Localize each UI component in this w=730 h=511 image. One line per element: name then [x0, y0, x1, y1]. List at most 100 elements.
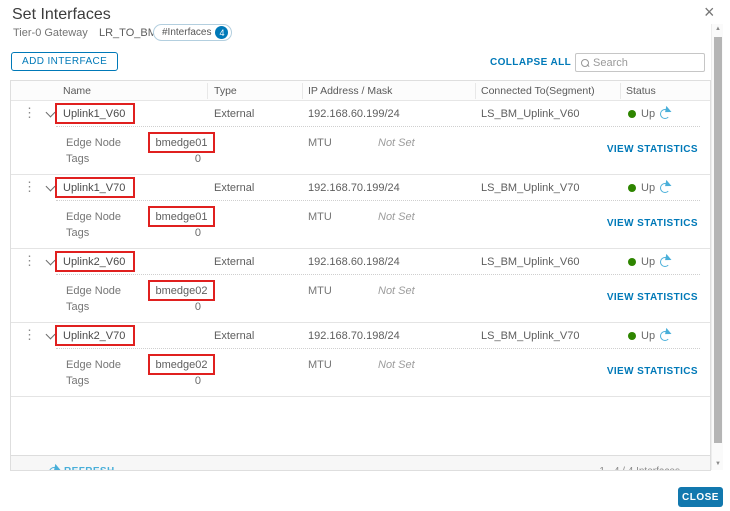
header-divider	[475, 83, 476, 99]
view-statistics-link[interactable]: VIEW STATISTICS	[607, 292, 698, 303]
annotation-box-edge-node: bmedge01	[148, 132, 215, 153]
interface-row[interactable]: ⋮ Uplink2_V60 External 192.168.60.198/24…	[11, 249, 710, 275]
interfaces-pill-label: #Interfaces	[162, 27, 212, 38]
status-label: Up	[641, 330, 656, 342]
annotation-box-edge-node: bmedge02	[148, 354, 215, 375]
edge-node-value: bmedge01	[155, 210, 208, 223]
view-statistics-link[interactable]: VIEW STATISTICS	[607, 144, 698, 155]
column-header-segment: Connected To(Segment)	[481, 85, 595, 97]
refresh-icon	[49, 466, 59, 470]
close-icon[interactable]: ×	[704, 2, 715, 22]
header-divider	[620, 83, 621, 99]
tags-value: 0	[194, 375, 201, 387]
interface-row[interactable]: ⋮ Uplink2_V70 External 192.168.70.198/24…	[11, 323, 710, 349]
interface-name: Uplink1_V70	[63, 181, 126, 194]
status-label: Up	[641, 182, 656, 194]
interfaces-table: Name Type IP Address / Mask Connected To…	[10, 80, 711, 471]
column-header-status: Status	[626, 85, 656, 97]
interfaces-count-pill: #Interfaces 4	[153, 24, 233, 41]
interface-segment: LS_BM_Uplink_V70	[481, 182, 580, 194]
status-refresh-icon[interactable]	[660, 109, 670, 119]
interface-type: External	[214, 108, 255, 120]
status-label: Up	[641, 108, 656, 120]
interface-name: Uplink2_V70	[63, 329, 126, 342]
column-header-ip: IP Address / Mask	[308, 85, 393, 97]
refresh-link[interactable]: REFRESH	[49, 466, 115, 470]
annotation-box-edge-node: bmedge01	[148, 206, 215, 227]
status-up-dot	[628, 258, 636, 266]
header-divider	[302, 83, 303, 99]
interface-type: External	[214, 330, 255, 342]
edge-node-value: bmedge02	[155, 284, 208, 297]
page-title: Set Interfaces	[12, 6, 111, 23]
search-icon	[581, 58, 589, 67]
column-header-name: Name	[63, 85, 92, 97]
interface-ip: 192.168.70.199/24	[308, 182, 400, 194]
kebab-menu-icon[interactable]: ⋮	[23, 327, 36, 343]
mtu-label: MTU	[308, 137, 332, 149]
interface-ip: 192.168.70.198/24	[308, 330, 400, 342]
mtu-value: Not Set	[378, 285, 415, 297]
view-statistics-link[interactable]: VIEW STATISTICS	[607, 218, 698, 229]
edge-node-value: bmedge01	[155, 136, 208, 149]
header-divider	[207, 83, 208, 99]
annotation-box-name: Uplink2_V60	[55, 251, 135, 272]
status-up-dot	[628, 110, 636, 118]
close-button[interactable]: CLOSE	[678, 487, 723, 507]
gateway-label: Tier-0 Gateway	[13, 27, 88, 39]
scrollbar-up-arrow[interactable]: ▲	[712, 24, 724, 35]
interface-detail-row: Edge Node bmedge01 Tags 0 MTU Not Set VI…	[11, 127, 710, 174]
kebab-menu-icon[interactable]: ⋮	[23, 253, 36, 269]
pagination-text: 1 - 4 / 4 Interfaces	[599, 466, 680, 470]
interface-row[interactable]: ⋮ Uplink1_V60 External 192.168.60.199/24…	[11, 101, 710, 127]
interface-detail-row: Edge Node bmedge02 Tags 0 MTU Not Set VI…	[11, 275, 710, 322]
interface-segment: LS_BM_Uplink_V60	[481, 256, 580, 268]
collapse-all-link[interactable]: COLLAPSE ALL	[490, 57, 571, 68]
mtu-value: Not Set	[378, 211, 415, 223]
status-refresh-icon[interactable]	[660, 331, 670, 341]
refresh-label: REFRESH	[64, 466, 115, 470]
edge-node-label: Edge Node	[66, 359, 122, 371]
edge-node-label: Edge Node	[66, 211, 122, 223]
interface-ip: 192.168.60.199/24	[308, 108, 400, 120]
interface-group: ⋮ Uplink2_V70 External 192.168.70.198/24…	[11, 323, 710, 397]
kebab-menu-icon[interactable]: ⋮	[23, 105, 36, 121]
mtu-label: MTU	[308, 285, 332, 297]
interface-detail-row: Edge Node bmedge01 Tags 0 MTU Not Set VI…	[11, 201, 710, 248]
tags-label: Tags	[66, 375, 90, 387]
search-input[interactable]	[593, 56, 699, 69]
edge-node-label: Edge Node	[66, 285, 122, 297]
scrollbar-down-arrow[interactable]: ▼	[712, 459, 724, 470]
view-statistics-link[interactable]: VIEW STATISTICS	[607, 366, 698, 377]
status-refresh-icon[interactable]	[660, 183, 670, 193]
vertical-scrollbar[interactable]: ▲ ▼	[711, 24, 723, 470]
kebab-menu-icon[interactable]: ⋮	[23, 179, 36, 195]
interface-segment: LS_BM_Uplink_V60	[481, 108, 580, 120]
mtu-label: MTU	[308, 359, 332, 371]
interface-name: Uplink2_V60	[63, 255, 126, 268]
mtu-label: MTU	[308, 211, 332, 223]
edge-node-value: bmedge02	[155, 358, 208, 371]
annotation-box-name: Uplink1_V60	[55, 103, 135, 124]
interface-type: External	[214, 182, 255, 194]
interface-group: ⋮ Uplink2_V60 External 192.168.60.198/24…	[11, 249, 710, 323]
status-refresh-icon[interactable]	[660, 257, 670, 267]
scrollbar-thumb[interactable]	[714, 37, 722, 443]
add-interface-button[interactable]: ADD INTERFACE	[11, 52, 119, 71]
search-box[interactable]	[575, 53, 705, 72]
interface-segment: LS_BM_Uplink_V70	[481, 330, 580, 342]
status-up-dot	[628, 184, 636, 192]
interface-detail-row: Edge Node bmedge02 Tags 0 MTU Not Set VI…	[11, 349, 710, 396]
mtu-value: Not Set	[378, 137, 415, 149]
table-footer: REFRESH 1 - 4 / 4 Interfaces	[11, 455, 710, 470]
annotation-box-name: Uplink1_V70	[55, 177, 135, 198]
annotation-box-edge-node: bmedge02	[148, 280, 215, 301]
tags-label: Tags	[66, 301, 90, 313]
table-header-row: Name Type IP Address / Mask Connected To…	[11, 81, 710, 101]
interface-row[interactable]: ⋮ Uplink1_V70 External 192.168.70.199/24…	[11, 175, 710, 201]
interface-type: External	[214, 256, 255, 268]
status-label: Up	[641, 256, 656, 268]
tags-value: 0	[194, 301, 201, 313]
interface-name: Uplink1_V60	[63, 107, 126, 120]
tags-label: Tags	[66, 153, 90, 165]
